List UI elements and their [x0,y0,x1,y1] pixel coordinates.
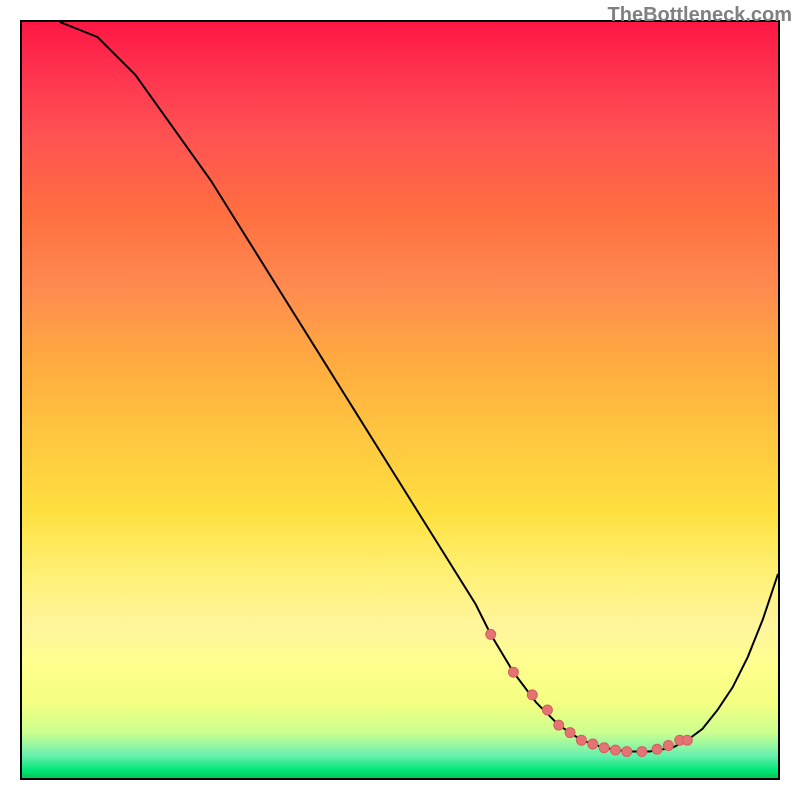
curve-line [60,22,778,752]
dot [637,747,647,757]
dot [508,667,518,677]
dot [663,740,673,750]
dot [486,629,496,639]
dot [682,735,692,745]
dot [610,745,620,755]
dot [542,705,552,715]
dot [652,744,662,754]
dot [588,739,598,749]
chart-container: TheBottleneck.com [0,0,800,800]
chart-svg [22,22,778,778]
dot [565,728,575,738]
plot-area [20,20,780,780]
highlight-dots [486,629,693,756]
dot [599,743,609,753]
dot [622,747,632,757]
dot [527,690,537,700]
dot [576,735,586,745]
watermark-text: TheBottleneck.com [608,4,792,27]
dot [554,720,564,730]
